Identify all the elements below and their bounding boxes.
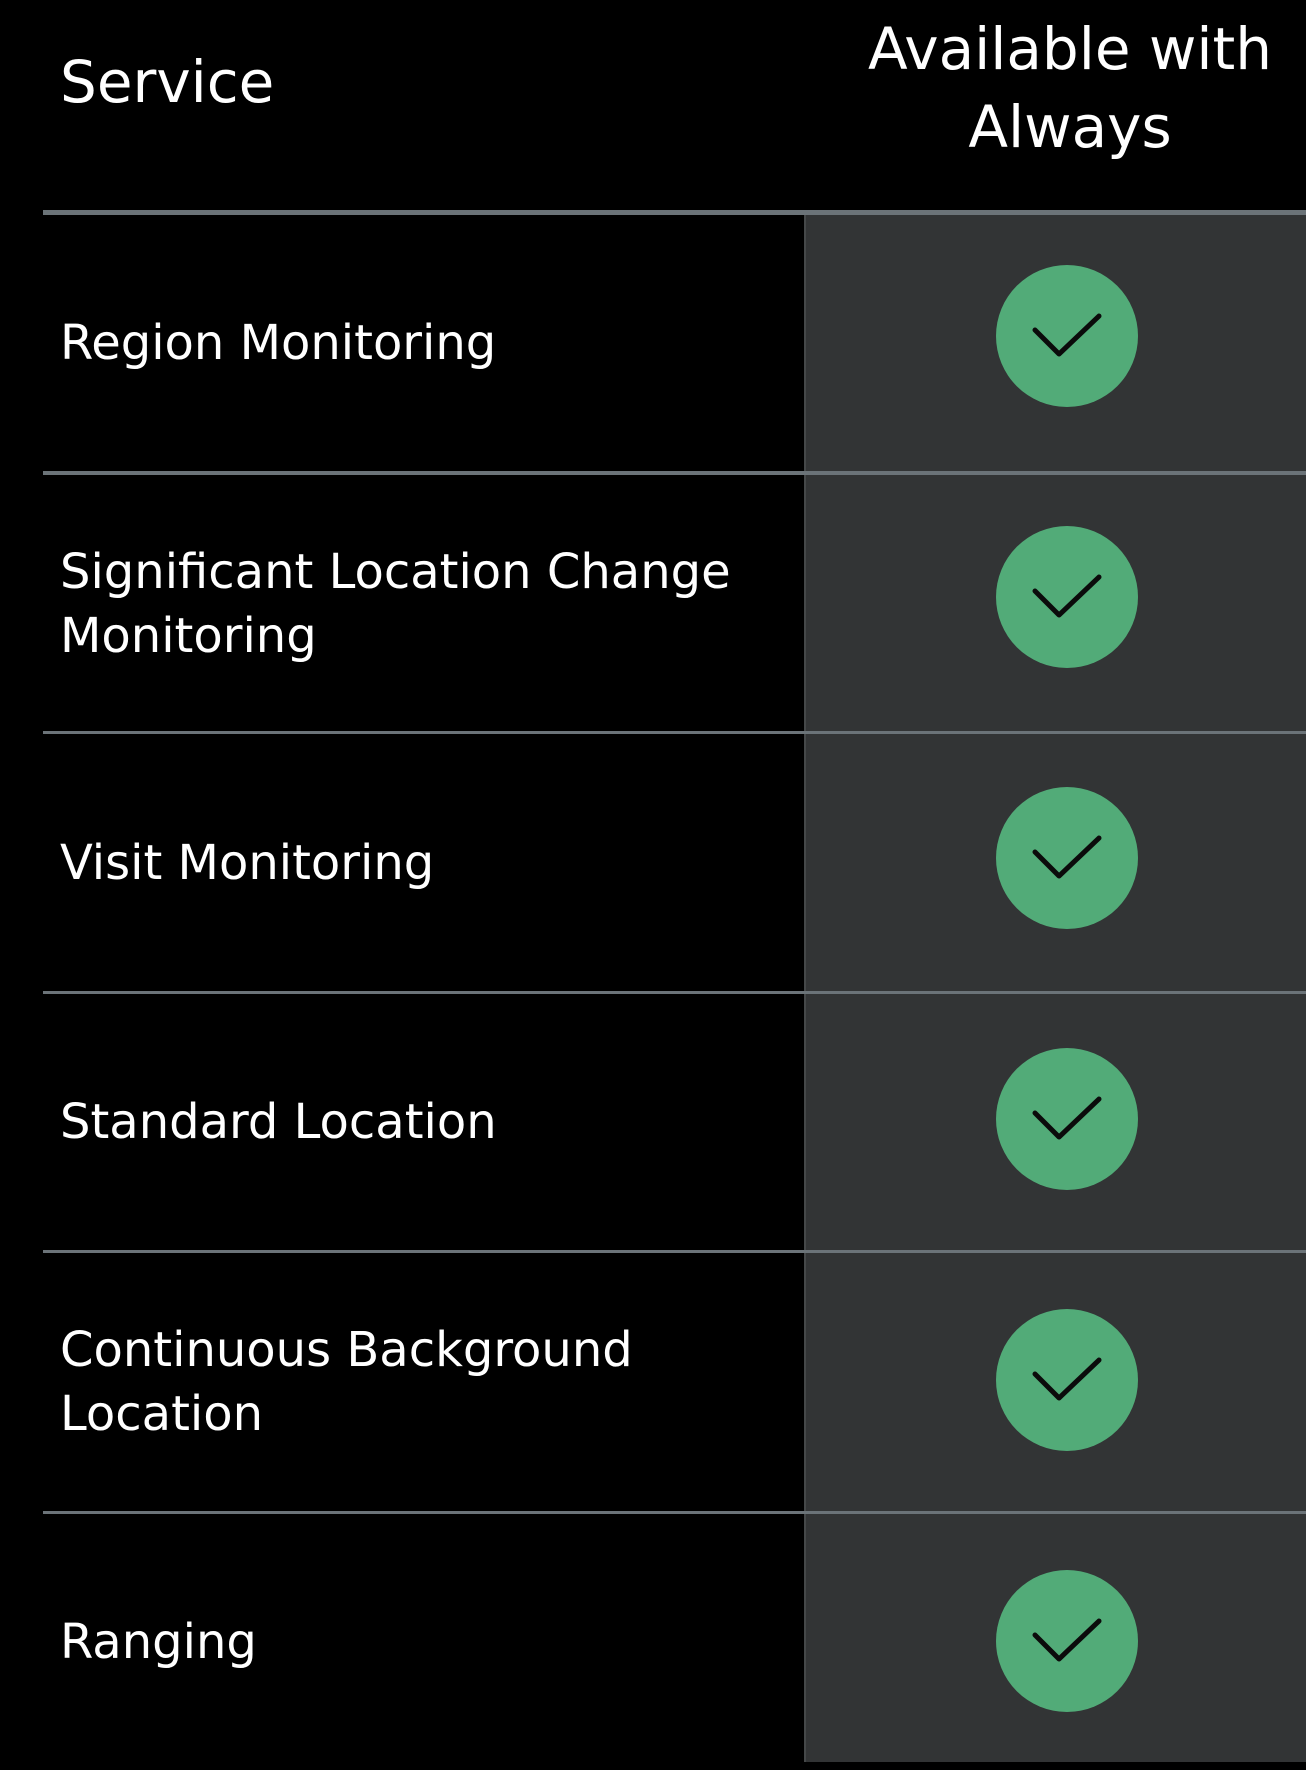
- check-icon: [996, 1570, 1138, 1712]
- check-icon: [996, 265, 1138, 407]
- check-icon: [996, 526, 1138, 668]
- row-label-continuous-background-location: Continuous Background Location: [60, 1322, 633, 1442]
- row-label-ranging: Ranging: [60, 1614, 257, 1670]
- row-label-standard-location: Standard Location: [60, 1094, 497, 1150]
- availability-table: Service Available with Always Region Mon…: [0, 0, 1306, 1762]
- row-label-region-monitoring: Region Monitoring: [60, 315, 497, 371]
- row-label-visit-monitoring: Visit Monitoring: [60, 834, 435, 891]
- check-icon: [996, 1048, 1138, 1190]
- check-icon: [996, 787, 1138, 929]
- always-column-background: [804, 213, 1306, 1762]
- always-column-header: Available with Always: [867, 15, 1273, 161]
- check-icon: [996, 1309, 1138, 1451]
- service-column-header: Service: [60, 48, 275, 116]
- row-label-significant-location-change: Significant Location Change Monitoring: [60, 543, 731, 664]
